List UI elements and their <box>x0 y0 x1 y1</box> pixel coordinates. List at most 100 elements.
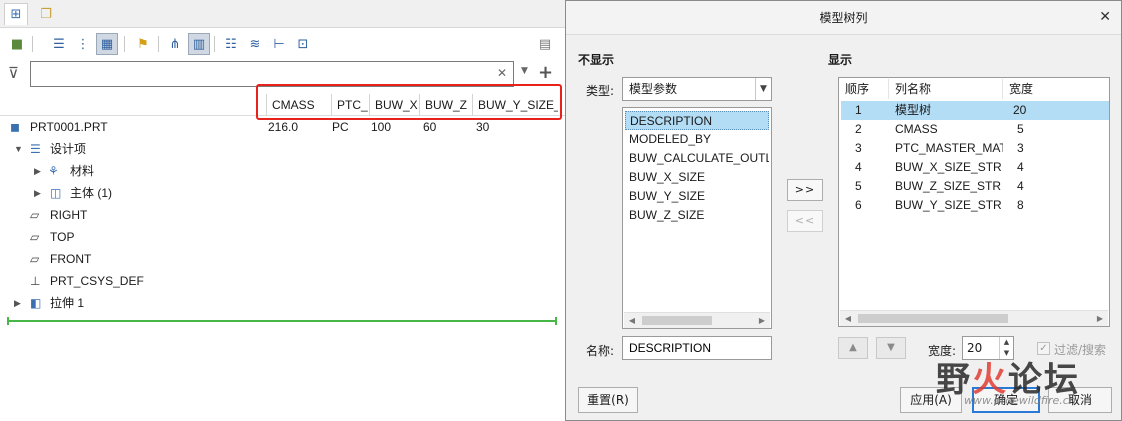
ok-button[interactable]: 确定 <box>972 387 1040 413</box>
tree-row-part[interactable]: ◼ PRT0001.PRT 216.0 PC 100 60 30 <box>0 116 566 138</box>
tree-row-label: PRT_CSYS_DEF <box>50 274 144 288</box>
buw-z-value: 60 <box>423 120 437 134</box>
column-header-cmass[interactable]: CMASS <box>266 94 332 116</box>
filter-icon[interactable]: ⊽ <box>8 64 19 82</box>
row-order: 3 <box>855 141 862 155</box>
expand-arrow-icon[interactable]: ▶ <box>34 160 41 182</box>
expand-arrow-icon[interactable]: ▶ <box>34 182 41 204</box>
tree-search-input[interactable] <box>30 61 514 87</box>
name-input[interactable] <box>622 336 772 360</box>
tree-row-right[interactable]: ▱ RIGHT <box>0 204 566 226</box>
table-row[interactable]: 2 CMASS 5 <box>841 120 1109 139</box>
move-down-button[interactable]: ▼ <box>876 337 906 359</box>
table-row[interactable]: 5 BUW_Z_SIZE_STR 4 <box>841 177 1109 196</box>
table-row[interactable]: 4 BUW_X_SIZE_STR 4 <box>841 158 1109 177</box>
tree-row-csys[interactable]: ⊥ PRT_CSYS_DEF <box>0 270 566 292</box>
row-name: BUW_Z_SIZE_STR <box>895 179 1002 193</box>
row-name: CMASS <box>895 122 938 136</box>
row-name: 模型树 <box>895 103 932 117</box>
model-tree-tab-icon[interactable]: ⊞ <box>4 3 28 25</box>
shown-columns-table[interactable]: 顺序 列名称 宽度 1 模型树 20 2 CMASS 5 3 PTC_MASTE… <box>838 77 1110 327</box>
tree-filter-list-icon[interactable]: ⋮ <box>72 33 94 55</box>
remove-column-button[interactable]: << <box>787 210 823 232</box>
row-order: 6 <box>855 198 862 212</box>
list-item[interactable]: MODELED_BY <box>625 130 769 149</box>
scroll-thumb[interactable] <box>642 316 712 325</box>
tree-row-label: 设计项 <box>50 142 87 156</box>
clear-search-icon[interactable]: ✕ <box>497 66 507 80</box>
add-filter-icon[interactable]: + <box>538 62 553 83</box>
cancel-button[interactable]: 取消 <box>1048 387 1112 413</box>
spin-up-icon[interactable]: ▲ <box>999 337 1013 348</box>
tree-row-label: PRT0001.PRT <box>30 120 108 134</box>
table-row[interactable]: 3 PTC_MASTER_MAT 3 <box>841 139 1109 158</box>
part-icon: ◼ <box>10 120 20 134</box>
column-header-buw-y[interactable]: BUW_Y_SIZE_S <box>472 94 558 116</box>
body-icon: ◫ <box>50 186 62 200</box>
spin-down-icon[interactable]: ▼ <box>999 348 1013 359</box>
layers-icon[interactable]: ≋ <box>244 33 266 55</box>
filter-search-checkbox[interactable]: ✓ <box>1037 342 1050 355</box>
tree-row-design-items[interactable]: ▼ ☰ 设计项 <box>0 138 566 160</box>
row-width: 3 <box>1017 141 1024 155</box>
search-dropdown-icon[interactable]: ▼ <box>521 66 528 76</box>
column-header-buw-z[interactable]: BUW_Z <box>419 94 472 116</box>
name-label: 名称: <box>586 344 615 358</box>
tree-row-label: 材料 <box>70 164 95 178</box>
row-width: 20 <box>1013 103 1027 117</box>
hierarchy-icon[interactable]: ⊢ <box>268 33 290 55</box>
tree-filter-icon[interactable]: ⋔ <box>164 33 186 55</box>
close-icon[interactable]: ✕ <box>1099 9 1111 25</box>
table-row[interactable]: 6 BUW_Y_SIZE_STR 8 <box>841 196 1109 215</box>
list-item[interactable]: BUW_CALCULATE_OUTL <box>625 149 769 168</box>
datum-plane-icon: ▱ <box>30 252 40 266</box>
expand-arrow-icon[interactable]: ▶ <box>14 292 21 314</box>
tree-row-front[interactable]: ▱ FRONT <box>0 248 566 270</box>
scroll-thumb[interactable] <box>858 314 1008 323</box>
move-up-button[interactable]: ▲ <box>838 337 868 359</box>
list-item[interactable]: BUW_X_SIZE <box>625 168 769 187</box>
tree-columns-list-icon[interactable]: ☷ <box>220 33 242 55</box>
horizontal-scrollbar[interactable]: ◀ ▶ <box>624 312 770 328</box>
table-header-order: 顺序 <box>839 79 889 99</box>
collapse-arrow-icon[interactable]: ▼ <box>14 138 23 160</box>
bookmark-icon[interactable]: ⚑ <box>132 33 154 55</box>
tree-tab-bar: ⊞ ❐ <box>0 0 566 28</box>
scroll-right-icon[interactable]: ▶ <box>1092 311 1108 326</box>
width-spinner[interactable]: 20 ▲ ▼ <box>962 336 1014 360</box>
list-item[interactable]: BUW_Z_SIZE <box>625 206 769 225</box>
apply-button[interactable]: 应用(A) <box>900 387 962 413</box>
column-settings-icon[interactable]: ▥ <box>188 33 210 55</box>
row-order: 4 <box>855 160 862 174</box>
horizontal-scrollbar[interactable]: ◀ ▶ <box>840 310 1108 326</box>
scroll-right-icon[interactable]: ▶ <box>754 313 770 328</box>
list-item[interactable]: DESCRIPTION <box>625 111 769 130</box>
scroll-left-icon[interactable]: ◀ <box>840 311 856 326</box>
tree-row-extrude[interactable]: ▶ ◧ 拉伸 1 <box>0 292 566 314</box>
parameter-list[interactable]: DESCRIPTION MODELED_BY BUW_CALCULATE_OUT… <box>622 107 772 329</box>
table-row[interactable]: 1 模型树 20 <box>841 101 1109 120</box>
column-header-buw-x[interactable]: BUW_X <box>369 94 419 116</box>
table-header-name: 列名称 <box>889 79 1003 99</box>
scroll-left-icon[interactable]: ◀ <box>624 313 640 328</box>
chevron-down-icon[interactable]: ▼ <box>755 78 771 100</box>
layer-tree-tab-icon[interactable]: ❐ <box>34 3 58 25</box>
insert-here-marker[interactable] <box>7 317 557 325</box>
tree-row-body[interactable]: ▶ ◫ 主体 (1) <box>0 182 566 204</box>
add-column-button[interactable]: >> <box>787 179 823 201</box>
preview-icon[interactable]: ▤ <box>534 33 556 55</box>
csys-icon: ⊥ <box>30 274 41 288</box>
width-spinner-value: 20 <box>967 341 983 355</box>
tree-row-top[interactable]: ▱ TOP <box>0 226 566 248</box>
cmass-value: 216.0 <box>268 120 299 134</box>
reset-button[interactable]: 重置(R) <box>578 387 638 413</box>
structure-icon[interactable]: ⊡ <box>292 33 314 55</box>
tree-list-icon[interactable]: ☰ <box>48 33 70 55</box>
type-dropdown[interactable]: 模型参数 ▼ <box>622 77 772 101</box>
datum-plane-icon: ▱ <box>30 208 40 222</box>
column-header-ptc[interactable]: PTC_ <box>331 94 369 116</box>
tree-columns-icon[interactable]: ▦ <box>96 33 118 55</box>
tree-row-material[interactable]: ▶ ⚘ 材料 <box>0 160 566 182</box>
show-part-icon[interactable]: ■ <box>6 33 28 55</box>
list-item[interactable]: BUW_Y_SIZE <box>625 187 769 206</box>
